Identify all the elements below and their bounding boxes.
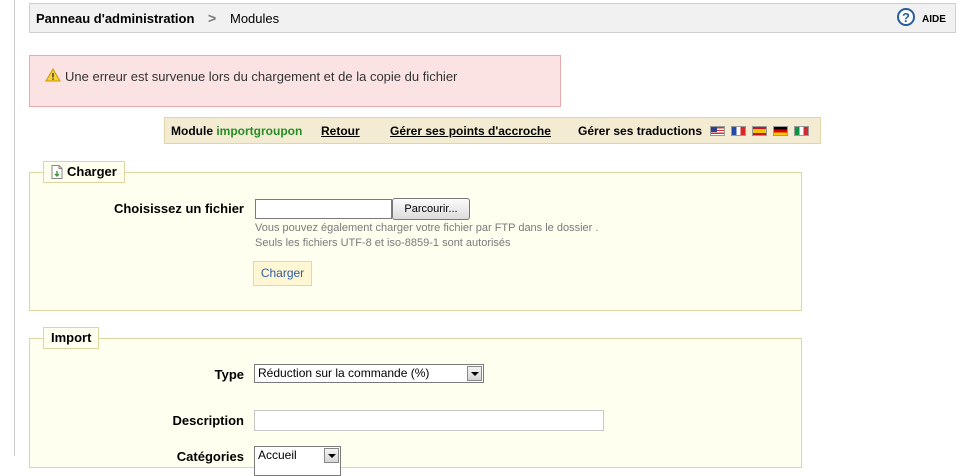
flag-fr-icon[interactable] [731, 126, 746, 136]
type-label: Type [214, 367, 244, 382]
categories-label: Catégories [176, 449, 244, 464]
import-panel: Import Type Réduction sur la commande (%… [29, 327, 802, 476]
hint-encoding: Seuls les fichiers UTF-8 et iso-8859-1 s… [255, 237, 511, 249]
import-legend: Import [43, 327, 100, 349]
module-toolbar: Module importgroupon Retour Gérer ses po… [164, 117, 821, 144]
browse-button[interactable]: Parcourir... [392, 198, 470, 220]
file-path-input[interactable] [255, 199, 392, 219]
left-border [14, 0, 15, 456]
type-select[interactable]: Réduction sur la commande (%) [254, 364, 484, 383]
chevron-down-icon[interactable] [467, 366, 482, 381]
warning-icon [45, 68, 61, 82]
module-label: Module importgroupon [171, 124, 302, 138]
flag-es-icon[interactable] [752, 126, 767, 136]
breadcrumb-bar: Panneau d'administration > Modules ? AID… [29, 3, 956, 33]
breadcrumb-separator-icon: > [208, 10, 217, 26]
categories-select-value: Accueil [258, 448, 297, 462]
hint-ftp: Vous pouvez également charger votre fich… [255, 222, 599, 234]
breadcrumb-current: Modules [230, 11, 280, 26]
upload-panel: Charger Choisissez un fichier Parcourir.… [29, 161, 802, 311]
file-label: Choisissez un fichier [113, 201, 244, 216]
upload-submit-button[interactable]: Charger [253, 261, 312, 286]
back-link[interactable]: Retour [321, 124, 360, 138]
file-upload-icon [51, 165, 63, 179]
flag-it-icon[interactable] [794, 126, 809, 136]
help-label[interactable]: AIDE [922, 14, 946, 25]
description-label: Description [172, 413, 244, 428]
description-input[interactable] [254, 410, 604, 431]
type-select-value: Réduction sur la commande (%) [258, 366, 430, 380]
breadcrumb-root[interactable]: Panneau d'administration [36, 11, 194, 26]
flag-de-icon[interactable] [773, 126, 788, 136]
module-name: importgroupon [216, 124, 303, 138]
manage-hooks-link[interactable]: Gérer ses points d'accroche [390, 124, 551, 138]
upload-legend: Charger [43, 161, 125, 183]
error-alert: Une erreur est survenue lors du chargeme… [29, 55, 561, 107]
module-prefix: Module [171, 124, 213, 138]
help-icon[interactable]: ? [897, 8, 915, 26]
upload-legend-text: Charger [67, 164, 117, 179]
flag-us-icon[interactable] [710, 126, 725, 136]
error-message: Une erreur est survenue lors du chargeme… [65, 69, 458, 84]
categories-select[interactable]: Accueil [254, 446, 341, 476]
manage-translations-label: Gérer ses traductions [578, 124, 703, 138]
